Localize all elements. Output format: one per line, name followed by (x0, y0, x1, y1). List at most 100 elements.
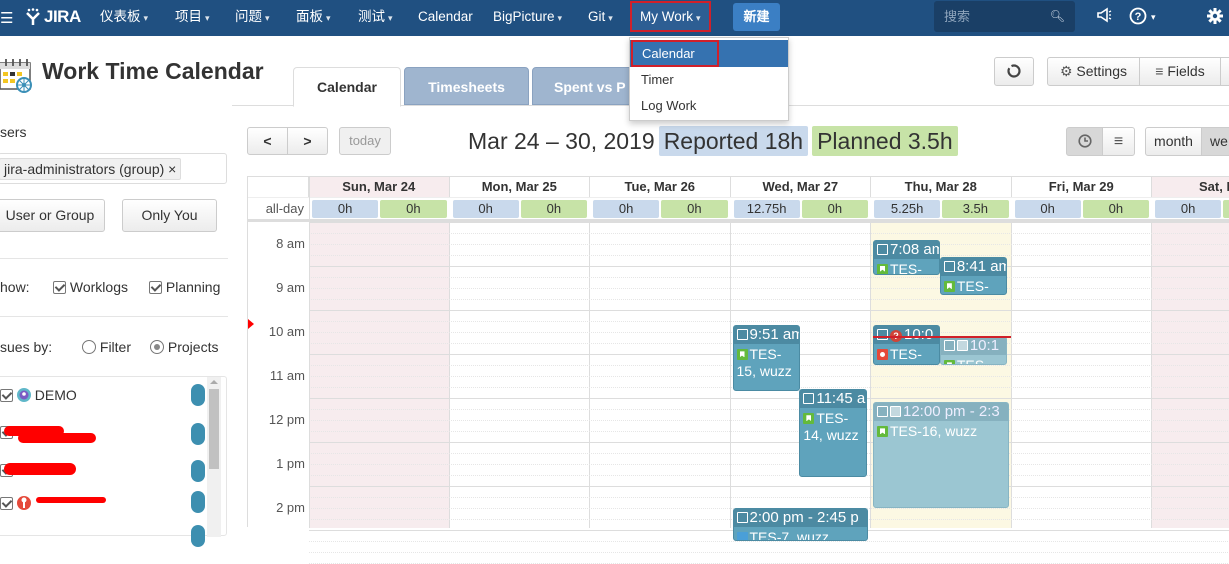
list-view-toggle[interactable]: ≡ (1102, 127, 1135, 156)
fields-button[interactable]: ≡ Fields (1139, 57, 1221, 86)
dropdown-item-timer[interactable]: Timer (630, 67, 788, 93)
log-work-icon[interactable] (890, 406, 901, 418)
more-toolbar-button[interactable] (1220, 57, 1229, 86)
project-color-badge[interactable] (191, 423, 205, 445)
prev-week-button[interactable]: < (247, 127, 288, 155)
search-placeholder: 搜索 (944, 9, 971, 24)
reported-total-badge: Reported 18h (658, 126, 809, 156)
worklog-event[interactable]: 9:51 am TES-15, wuzz (732, 325, 800, 392)
nav-bigpicture[interactable]: BigPicture ▾ (493, 0, 562, 36)
checkbox-icon[interactable] (0, 389, 13, 402)
worklog-event[interactable]: 2:00 pm - 2:45 p TES-7, wuzz (732, 508, 868, 541)
chevron-down-icon: ▾ (696, 13, 701, 23)
settings-icon[interactable] (1206, 7, 1224, 30)
copy-icon[interactable] (943, 261, 955, 273)
reported-hours-chip: 0h (312, 200, 379, 218)
copy-icon[interactable] (803, 393, 815, 405)
today-button[interactable]: today (339, 127, 391, 155)
user-group-tag[interactable]: jira-administrators (group) × (0, 158, 182, 180)
project-color-badge[interactable] (191, 491, 205, 513)
week-calendar-grid: all-day Sun, Mar 24 0h 0h Mon, Mar 25 0h 0h Tu… (247, 176, 1229, 564)
users-input[interactable]: jira-administrators (group) × (0, 153, 227, 184)
copy-icon[interactable] (877, 329, 888, 341)
gear-icon: ⚙︎ (1059, 63, 1073, 79)
issue-key-text[interactable]: TES- (957, 357, 989, 364)
worklog-event[interactable]: 7:08 amTES-17, wuzz (873, 239, 941, 275)
jira-logo[interactable]: JIRA (24, 7, 81, 27)
day-column[interactable] (590, 222, 731, 528)
issues-by-filter-radio[interactable]: Filter (82, 339, 131, 355)
project-list: DEMO (0, 376, 227, 547)
copy-icon[interactable] (736, 329, 748, 341)
day-header: Mon, Mar 25 (449, 177, 590, 197)
create-button[interactable]: 新建 (733, 3, 780, 31)
scroll-up-arrow-icon[interactable] (210, 380, 218, 384)
event-time-text: 12:00 pm - 2:3 (903, 403, 1000, 421)
issue-key-text[interactable]: TES-16, wuzz (890, 423, 977, 439)
checkbox-icon[interactable] (0, 497, 13, 510)
reported-hours-chip: 0h (452, 200, 519, 218)
fields-label: Fields (1167, 63, 1205, 79)
project-item-redacted[interactable] (0, 492, 216, 514)
project-item-demo[interactable]: DEMO (0, 384, 216, 406)
settings-button[interactable]: ⚙︎ Settings (1047, 57, 1140, 86)
copy-icon[interactable] (736, 512, 748, 523)
log-work-icon[interactable] (956, 340, 968, 352)
show-worklogs-checkbox[interactable]: Worklogs (53, 279, 128, 295)
show-planning-checkbox[interactable]: Planning (149, 279, 220, 295)
settings-label: Settings (1076, 63, 1128, 79)
story-issue-type-icon (877, 426, 888, 438)
nav-tests[interactable]: 测试 ▾ (358, 0, 393, 36)
only-you-button[interactable]: Only You (122, 199, 217, 232)
nav-my-work[interactable]: My Work ▾ (630, 1, 711, 32)
nav-calendar[interactable]: Calendar (418, 0, 473, 36)
notifications-icon[interactable] (1096, 7, 1112, 28)
planned-hours-chip: 0h (380, 200, 447, 218)
month-view-button[interactable]: month (1145, 127, 1202, 156)
refresh-button[interactable] (994, 57, 1034, 86)
event-issue: TES- (941, 276, 1006, 294)
day-column[interactable] (1152, 222, 1229, 528)
calendar-range-title: Mar 24 – 30, 2019 Reported 18h Planned 3… (468, 126, 958, 156)
search-input[interactable]: 搜索 🔍︎ (934, 1, 1075, 32)
next-week-button[interactable]: > (287, 127, 328, 155)
day-column[interactable] (449, 222, 590, 528)
search-icon[interactable]: 🔍︎ (1050, 1, 1065, 32)
project-color-badge[interactable] (191, 525, 205, 547)
issue-key-text[interactable]: TES- (957, 278, 989, 293)
nav-issues[interactable]: 问题 ▾ (235, 0, 270, 36)
scrollbar-thumb[interactable] (209, 389, 219, 469)
copy-icon[interactable] (877, 406, 888, 418)
nav-projects[interactable]: 项目 ▾ (175, 0, 210, 36)
time-view-toggle[interactable] (1066, 127, 1103, 156)
worklog-event[interactable]: 8:41 am TES- (939, 257, 1008, 295)
nav-git[interactable]: Git ▾ (588, 0, 613, 36)
issues-by-projects-radio[interactable]: Projects (150, 339, 218, 355)
copy-icon[interactable] (943, 340, 955, 352)
issue-key-text[interactable]: TES-7, wuzz (750, 529, 829, 540)
user-or-group-button[interactable]: User or Group (0, 199, 105, 232)
menu-icon[interactable]: ☰ (0, 9, 13, 27)
show-label: how: (0, 279, 30, 295)
day-column[interactable] (1011, 222, 1152, 528)
dropdown-item-calendar[interactable]: Calendar (631, 40, 719, 67)
worklog-event[interactable]: 10:1 TES- (939, 336, 1008, 365)
event-time: 12:00 pm - 2:3 (874, 403, 1008, 422)
project-color-badge[interactable] (191, 460, 205, 482)
copy-icon[interactable] (877, 243, 888, 255)
worklog-event[interactable]: ?10:0TES-20, jira- (873, 325, 941, 365)
chevron-down-icon: ▾ (205, 13, 210, 23)
chevron-down-icon[interactable]: ▾ (1151, 12, 1156, 23)
help-icon[interactable]: ? (1129, 7, 1147, 30)
week-view-button[interactable]: we (1201, 127, 1229, 156)
tab-timesheets[interactable]: Timesheets (404, 67, 529, 105)
project-list-scrollbar[interactable] (207, 377, 221, 537)
tab-calendar[interactable]: Calendar (293, 67, 401, 107)
day-column[interactable] (309, 222, 450, 528)
worklog-event[interactable]: 11:45 a TES-14, wuzz (799, 389, 867, 478)
nav-dashboards[interactable]: 仪表板 ▾ (100, 0, 148, 36)
worklog-event[interactable]: 12:00 pm - 2:3 TES-16, wuzz (873, 402, 1009, 508)
nav-boards[interactable]: 面板 ▾ (296, 0, 331, 36)
project-color-badge[interactable] (191, 384, 205, 406)
dropdown-item-log-work[interactable]: Log Work (630, 93, 788, 119)
